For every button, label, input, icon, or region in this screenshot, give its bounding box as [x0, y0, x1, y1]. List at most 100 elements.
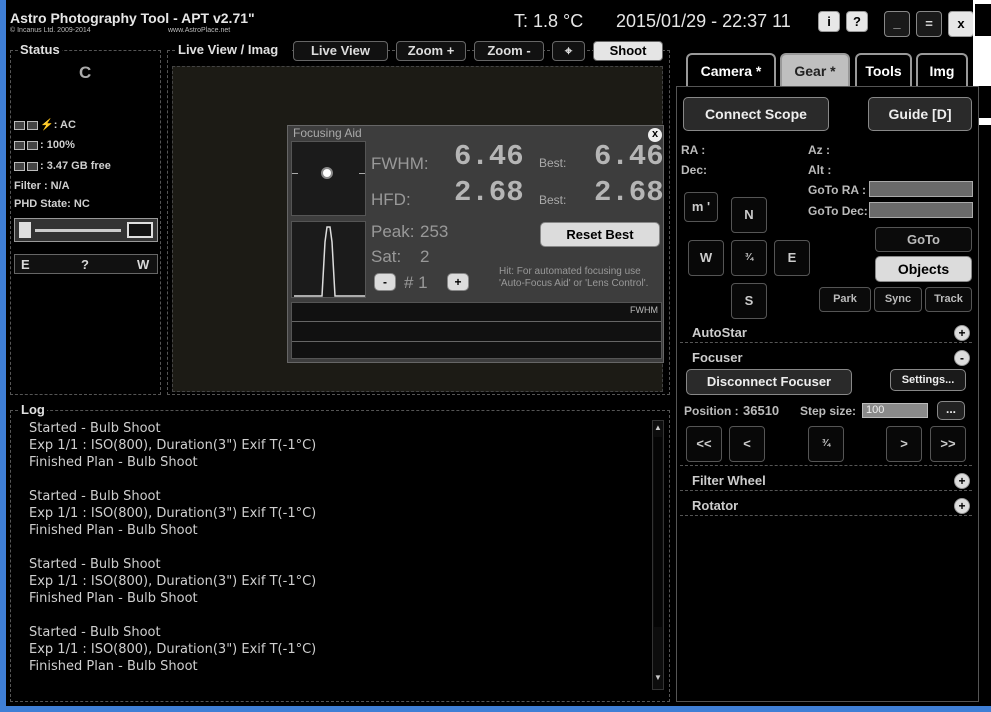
- position-label: Position :: [684, 404, 739, 418]
- log-line: Started - Bulb Shoot: [29, 489, 161, 504]
- tab-camera[interactable]: Camera *: [686, 53, 776, 87]
- south-button[interactable]: S: [731, 283, 767, 319]
- sync-button[interactable]: Sync: [874, 287, 922, 312]
- sat-value: 2: [420, 247, 430, 266]
- copyright-text: © Incanus Ltd. 2009-2014: [10, 27, 91, 34]
- log-title: Log: [19, 402, 47, 417]
- connect-scope-button[interactable]: Connect Scope: [683, 97, 829, 131]
- reset-best-button[interactable]: Reset Best: [540, 222, 660, 247]
- rotator-expand-button[interactable]: +: [954, 498, 970, 514]
- focuser-collapse-button[interactable]: -: [954, 350, 970, 366]
- fwhm-best-label: Best:: [539, 156, 567, 170]
- goto-ra-label: GoTo RA :: [808, 183, 866, 197]
- battery-icon: [27, 140, 38, 150]
- shoot-button[interactable]: Shoot: [593, 41, 663, 61]
- tab-gear[interactable]: Gear *: [780, 53, 850, 87]
- fwhm-graph-label: FWHM: [630, 305, 658, 315]
- log-line: Started - Bulb Shoot: [29, 421, 161, 436]
- autostar-section[interactable]: AutoStar +: [680, 323, 972, 343]
- focus-index-plus-button[interactable]: +: [447, 273, 469, 291]
- park-button[interactable]: Park: [819, 287, 871, 312]
- menu-button[interactable]: =: [916, 11, 942, 37]
- compass-bar: E ? W: [14, 254, 158, 274]
- focuser-settings-button[interactable]: Settings...: [890, 369, 966, 391]
- log-line: Exp 1/1 : ISO(800), Duration(3") Exif T(…: [29, 574, 317, 589]
- filter-wheel-expand-button[interactable]: +: [954, 473, 970, 489]
- rotator-title: Rotator: [692, 498, 739, 513]
- goto-dec-label: GoTo Dec:: [808, 204, 868, 218]
- live-view-button[interactable]: Live View: [293, 41, 388, 61]
- tab-img[interactable]: Img: [916, 53, 968, 87]
- close-button[interactable]: x: [948, 11, 974, 37]
- goto-button[interactable]: GoTo: [875, 227, 972, 252]
- log-line: Finished Plan - Bulb Shoot: [29, 659, 198, 674]
- disconnect-focuser-button[interactable]: Disconnect Focuser: [686, 369, 852, 395]
- guide-button[interactable]: Guide [D]: [868, 97, 972, 131]
- hfd-best-value: 2.68: [594, 176, 664, 209]
- peak-value: 253: [420, 222, 449, 241]
- west-button[interactable]: W: [688, 240, 724, 276]
- focusing-aid-title: Focusing Aid: [293, 126, 362, 140]
- east-button[interactable]: E: [774, 240, 810, 276]
- fwhm-label: FWHM:: [371, 154, 429, 173]
- log-scrollbar[interactable]: ▲ ▼: [652, 420, 664, 690]
- focuser-title: Focuser: [692, 350, 743, 365]
- alt-label: Alt :: [808, 163, 832, 177]
- peak-label: Peak:: [371, 222, 415, 241]
- zoom-in-button[interactable]: Zoom +: [396, 41, 466, 61]
- focus-fast-in-button[interactable]: <<: [686, 426, 722, 462]
- info-button[interactable]: i: [818, 11, 840, 32]
- scroll-down-icon[interactable]: ▼: [654, 673, 662, 682]
- m-button[interactable]: m ': [684, 192, 718, 222]
- log-line: Exp 1/1 : ISO(800), Duration(3") Exif T(…: [29, 642, 317, 657]
- app-title: Astro Photography Tool - APT v2.71": [10, 10, 255, 26]
- autostar-expand-button[interactable]: +: [954, 325, 970, 341]
- website-text: www.AstroPlace.net: [168, 27, 231, 34]
- scroll-thumb[interactable]: [654, 437, 662, 627]
- goto-dec-field[interactable]: [869, 202, 973, 218]
- stop-button[interactable]: ¾: [731, 240, 767, 276]
- star-thumbnail: [291, 141, 366, 216]
- log-line: Started - Bulb Shoot: [29, 557, 161, 572]
- focus-in-button[interactable]: <: [729, 426, 765, 462]
- crosshair-icon: ⌖: [564, 43, 573, 58]
- crosshair-button[interactable]: ⌖: [552, 41, 585, 61]
- tab-tools[interactable]: Tools: [855, 53, 912, 87]
- help-button[interactable]: ?: [846, 11, 868, 32]
- step-size-input[interactable]: 100: [862, 403, 928, 418]
- disk-status: : 3.47 GB free: [14, 160, 111, 172]
- liveview-title: Live View / Imag: [176, 42, 290, 57]
- focus-stop-button[interactable]: ¾: [808, 426, 844, 462]
- scroll-up-icon[interactable]: ▲: [654, 423, 662, 432]
- log-line: Finished Plan - Bulb Shoot: [29, 523, 198, 538]
- disk-icon: [27, 161, 38, 171]
- temperature-readout: T: 1.8 °C: [514, 11, 584, 31]
- rotator-section[interactable]: Rotator +: [680, 496, 972, 516]
- position-indicator: [14, 218, 158, 242]
- log-line: Started - Bulb Shoot: [29, 625, 161, 640]
- autostar-title: AutoStar: [692, 325, 747, 340]
- track-button[interactable]: Track: [925, 287, 972, 312]
- minimize-button[interactable]: _: [884, 11, 910, 37]
- focus-index-minus-button[interactable]: -: [374, 273, 396, 291]
- step-size-more-button[interactable]: ...: [937, 401, 965, 420]
- compass-east: E: [21, 257, 30, 272]
- goto-ra-field[interactable]: [869, 181, 973, 197]
- battery-status: : 100%: [14, 139, 75, 151]
- ra-label: RA :: [681, 143, 706, 157]
- fwhm-value: 6.46: [454, 140, 524, 173]
- fwhm-history-graph: FWHM: [291, 302, 662, 359]
- focus-fast-out-button[interactable]: >>: [930, 426, 966, 462]
- fwhm-best-value: 6.46: [594, 140, 664, 173]
- filter-status: Filter : N/A: [14, 180, 70, 192]
- focuser-section[interactable]: Focuser -: [680, 348, 972, 368]
- zoom-out-button[interactable]: Zoom -: [474, 41, 544, 61]
- dec-label: Dec:: [681, 163, 708, 177]
- focus-out-button[interactable]: >: [886, 426, 922, 462]
- filter-wheel-section[interactable]: Filter Wheel +: [680, 471, 972, 491]
- objects-button[interactable]: Objects: [875, 256, 972, 282]
- camera-icon: [14, 140, 25, 150]
- filter-wheel-title: Filter Wheel: [692, 473, 766, 488]
- hfd-best-label: Best:: [539, 193, 567, 207]
- north-button[interactable]: N: [731, 197, 767, 233]
